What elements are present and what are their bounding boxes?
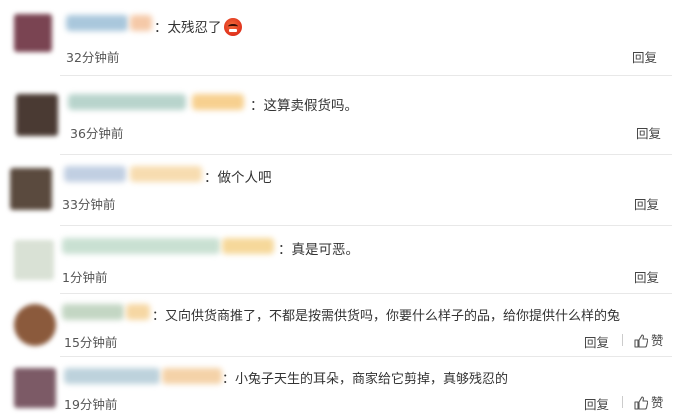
avatar[interactable] (14, 240, 54, 280)
thumbs-up-icon (634, 396, 649, 410)
divider (60, 356, 672, 357)
like-button[interactable]: 赞 (634, 392, 664, 411)
action-separator (622, 334, 623, 346)
user-badge (222, 238, 274, 254)
thumbs-up-icon (634, 334, 649, 348)
reply-button[interactable]: 回复 (584, 394, 609, 413)
like-button[interactable]: 赞 (634, 330, 664, 349)
reply-button[interactable]: 回复 (634, 267, 659, 286)
user-badge (126, 304, 150, 320)
username[interactable] (62, 304, 124, 320)
comment-item: ：小兔子天生的耳朵，商家给它剪掉，真够残忍的 19分钟前 回复 赞 (0, 358, 678, 419)
divider (60, 75, 672, 76)
comment-time: 33分钟前 (62, 197, 116, 212)
comment-text: ：做个人吧 (204, 170, 272, 186)
reply-button[interactable]: 回复 (634, 194, 659, 213)
user-badge (130, 15, 152, 31)
divider (60, 225, 672, 226)
user-badge (192, 94, 244, 110)
comment-time: 1分钟前 (62, 270, 108, 285)
comment-time: 19分钟前 (64, 397, 118, 412)
avatar[interactable] (16, 94, 58, 136)
username[interactable] (68, 94, 186, 110)
action-separator (622, 396, 623, 408)
comment-item: ：做个人吧 33分钟前 回复 (0, 156, 678, 226)
comment-item: ：这算卖假货吗。 36分钟前 回复 (0, 78, 678, 150)
divider (60, 154, 672, 155)
comment-time: 36分钟前 (70, 126, 124, 141)
username[interactable] (66, 15, 128, 31)
user-badge (162, 368, 222, 384)
avatar[interactable] (14, 304, 56, 346)
comment-item: ：又向供货商推了，不都是按需供货吗，你要什么样子的品，给你提供什么样的兔 15分… (0, 296, 678, 356)
reply-button[interactable]: 回复 (584, 332, 609, 351)
avatar[interactable] (10, 168, 52, 210)
comment-item: ：真是可恶。 1分钟前 回复 (0, 228, 678, 294)
divider (60, 293, 672, 294)
comment-text: ：太残忍了 (154, 16, 242, 36)
comment-time: 15分钟前 (64, 335, 118, 350)
avatar[interactable] (14, 368, 56, 408)
comment-item: ：太残忍了 32分钟前 回复 (0, 0, 678, 70)
comment-text: ：这算卖假货吗。 (250, 98, 358, 114)
comment-text: ：真是可恶。 (278, 242, 359, 258)
comment-text: ：又向供货商推了，不都是按需供货吗，你要什么样子的品，给你提供什么样的兔 (152, 309, 621, 324)
username[interactable] (64, 166, 126, 182)
reply-button[interactable]: 回复 (632, 47, 657, 66)
comment-text: ：小兔子天生的耳朵，商家给它剪掉，真够残忍的 (222, 372, 509, 387)
user-badge (130, 166, 202, 182)
angry-face-icon (223, 18, 242, 36)
reply-button[interactable]: 回复 (636, 123, 661, 142)
username[interactable] (64, 368, 160, 384)
comment-time: 32分钟前 (66, 50, 120, 65)
avatar[interactable] (14, 14, 52, 52)
username[interactable] (62, 238, 220, 254)
